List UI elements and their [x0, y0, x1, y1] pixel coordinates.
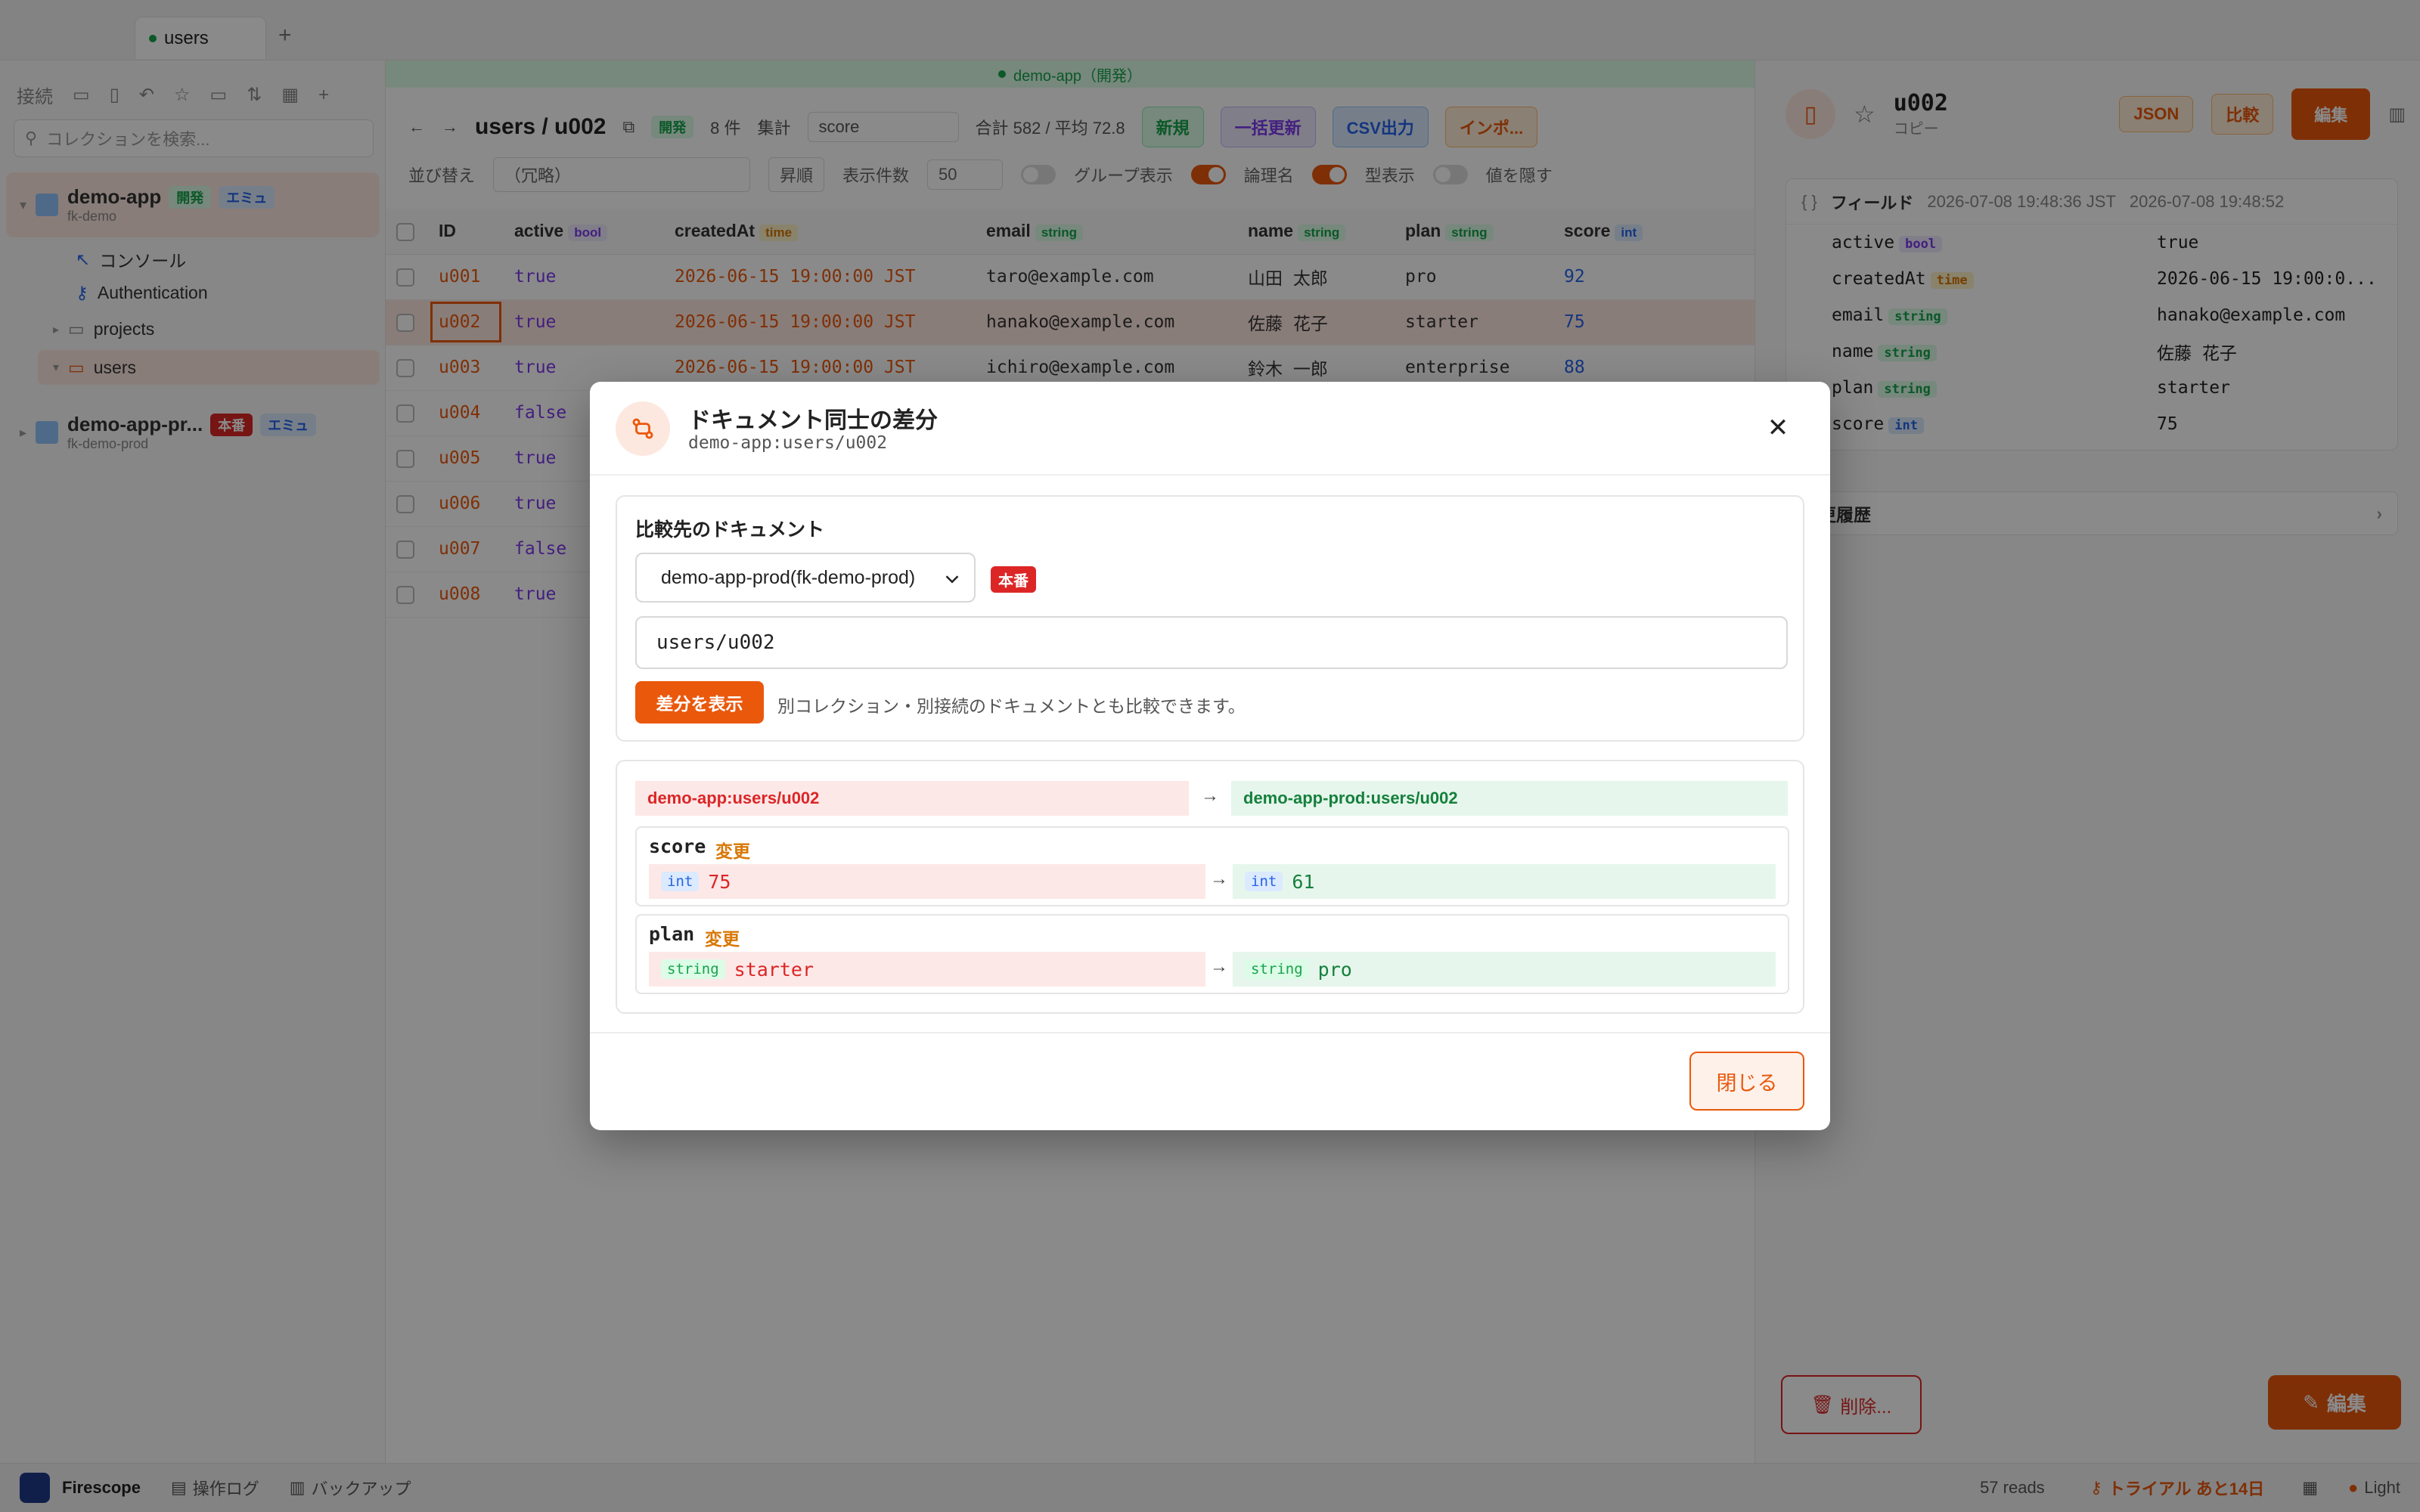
connection-select[interactable]: demo-app-prod(fk-demo-prod): [635, 553, 976, 603]
type-chip: string: [1245, 959, 1309, 979]
diff-field-name: score: [649, 835, 706, 857]
new-value-text: pro: [1317, 958, 1352, 981]
document-path-value: users/u002: [656, 631, 775, 654]
old-value-text: 75: [708, 870, 731, 893]
type-chip: string: [661, 959, 725, 979]
old-value: int 75: [649, 864, 1205, 899]
change-badge: 変更: [705, 929, 740, 949]
new-value: int 61: [1233, 864, 1776, 899]
hint-text: 別コレクション・別接続のドキュメントとも比較できます。: [777, 696, 1246, 716]
close-icon[interactable]: ✕: [1759, 409, 1797, 447]
type-chip: int: [661, 872, 700, 891]
dialog-subtitle: demo-app:users/u002: [688, 433, 888, 453]
new-value: string pro: [1233, 952, 1776, 987]
diff-field-score: score 変更 int 75 → int 61: [635, 826, 1789, 906]
dialog-title: ドキュメント同士の差分: [688, 408, 938, 433]
dialog-header: ドキュメント同士の差分 demo-app:users/u002 ✕: [590, 382, 1830, 476]
arrow-right-icon: →: [1210, 869, 1228, 889]
arrow-right-icon: →: [1210, 956, 1228, 977]
app-window: users + 接続 ▭ ▯ ↶ ☆ ▭ ⇅ ▦ + ⚲ コレクションを検索..…: [0, 0, 2420, 1512]
old-value: string starter: [649, 952, 1205, 987]
old-value-text: starter: [734, 958, 814, 981]
diff-result-section: demo-app:users/u002 → demo-app-prod:user…: [616, 760, 1804, 1014]
change-badge: 変更: [715, 841, 750, 861]
type-chip: int: [1245, 872, 1283, 891]
document-path-input[interactable]: users/u002: [635, 616, 1788, 669]
diff-dialog: ドキュメント同士の差分 demo-app:users/u002 ✕ 比較先のドキ…: [590, 382, 1830, 1130]
connection-select-value: demo-app-prod(fk-demo-prod): [661, 566, 916, 588]
diff-field-name: plan: [649, 923, 695, 945]
arrow-right-icon: →: [1201, 785, 1219, 806]
target-section: 比較先のドキュメント demo-app-prod(fk-demo-prod) 本…: [616, 495, 1804, 742]
source-right: demo-app-prod:users/u002: [1231, 781, 1788, 816]
chevron-down-icon: [945, 575, 959, 584]
new-value-text: 61: [1292, 870, 1315, 893]
target-label: 比較先のドキュメント: [635, 519, 825, 541]
diff-field-plan: plan 変更 string starter → string pro: [635, 914, 1789, 994]
source-left: demo-app:users/u002: [635, 781, 1189, 816]
compare-icon: [616, 401, 670, 456]
close-button[interactable]: 閉じる: [1689, 1052, 1804, 1111]
dialog-footer: 閉じる: [590, 1032, 1830, 1130]
prod-badge: 本番: [991, 566, 1036, 593]
show-diff-button[interactable]: 差分を表示: [635, 681, 764, 723]
